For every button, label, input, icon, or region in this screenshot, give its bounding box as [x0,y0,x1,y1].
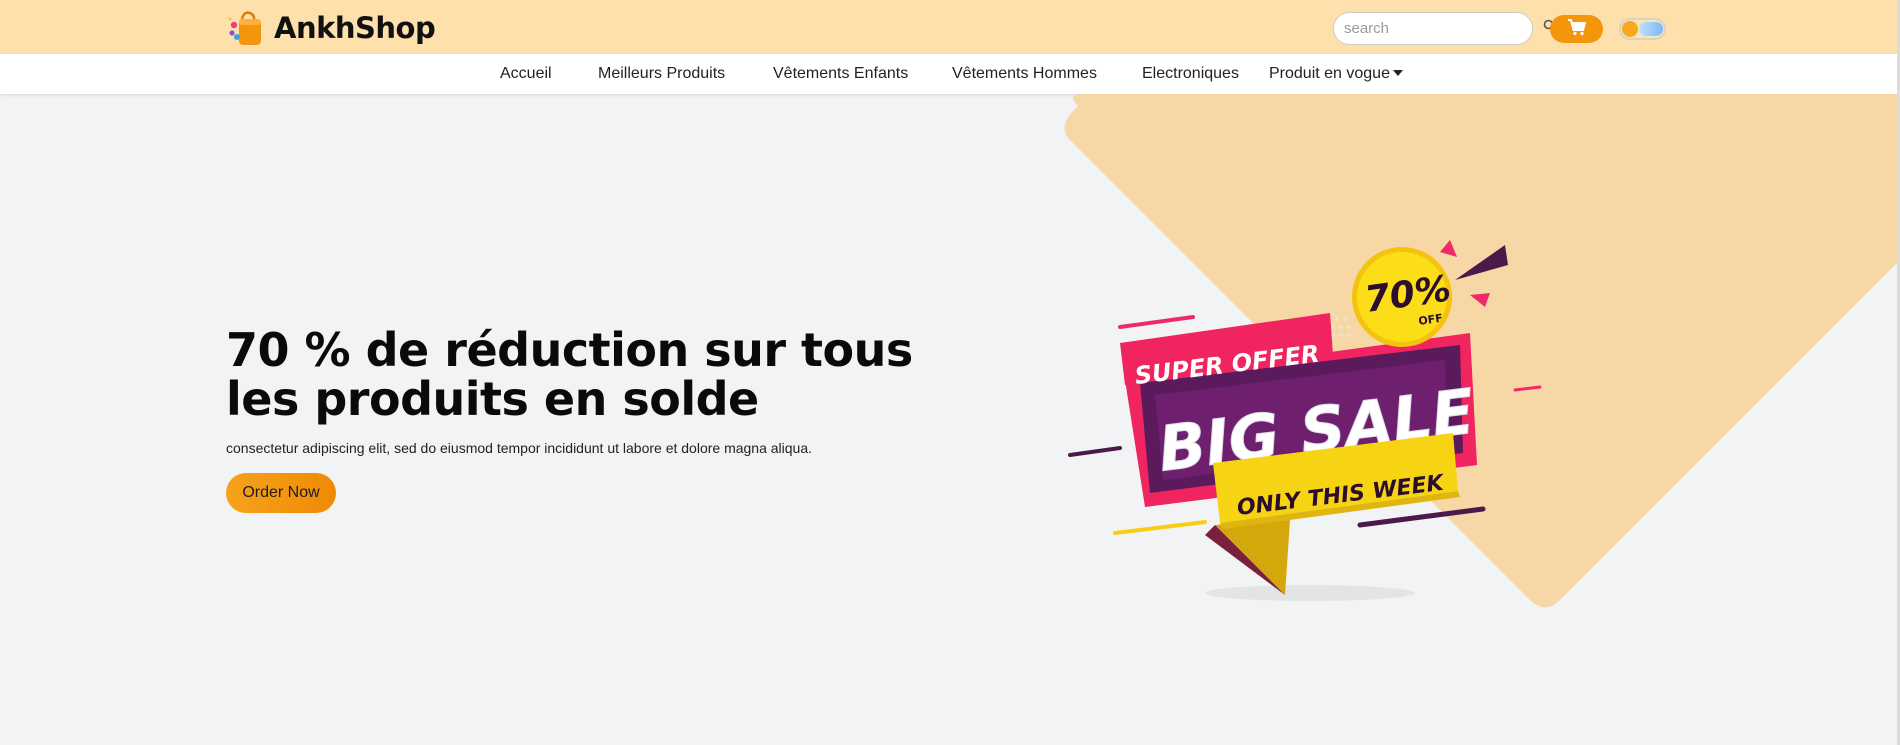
confetti-line [1068,446,1122,457]
cart-icon [1567,18,1587,41]
brand-name: AnkhShop [274,11,436,45]
confetti-line [1118,315,1195,329]
hero-subtext: consectetur adipiscing elit, sed do eius… [226,440,813,456]
nav-item-produit-en-vogue[interactable]: Produit en vogue [1269,65,1403,83]
brand-logo[interactable]: AnkhShop [226,9,436,47]
nav-item-accueil[interactable]: Accueil [500,65,552,83]
confetti-line [1513,385,1542,392]
confetti-line [1113,520,1207,535]
order-now-button[interactable]: Order Now [226,473,336,513]
sky-icon [1639,22,1663,36]
theme-toggle-icon [1622,21,1638,37]
nav-item-label: Produit en vogue [1269,65,1390,82]
confetti-triangle [1470,293,1490,307]
top-bar: AnkhShop [0,0,1900,54]
nav-item-meilleurs-produits[interactable]: Meilleurs Produits [598,65,725,83]
main-nav: Accueil Meilleurs Produits Vêtements Enf… [0,54,1900,94]
cart-button[interactable] [1550,15,1603,43]
confetti-line [1357,506,1486,528]
confetti-triangle [1455,245,1508,280]
nav-item-vetements-hommes[interactable]: Vêtements Hommes [952,65,1097,83]
shopping-bag-icon [226,9,266,47]
caret-down-icon [1392,70,1403,76]
search-box[interactable] [1333,12,1557,45]
theme-toggle[interactable] [1619,18,1666,40]
big-sale-badge: SUPER OFFER BIG SALE ONLY THIS WEEK 70% … [1068,240,1542,601]
nav-item-vetements-enfants[interactable]: Vêtements Enfants [773,65,908,83]
hero-headline: 70 % de réduction sur tous les produits … [226,323,913,426]
nav-item-electroniques[interactable]: Electroniques [1142,65,1239,83]
search-input[interactable] [1344,20,1543,37]
confetti-triangle [1440,240,1457,257]
